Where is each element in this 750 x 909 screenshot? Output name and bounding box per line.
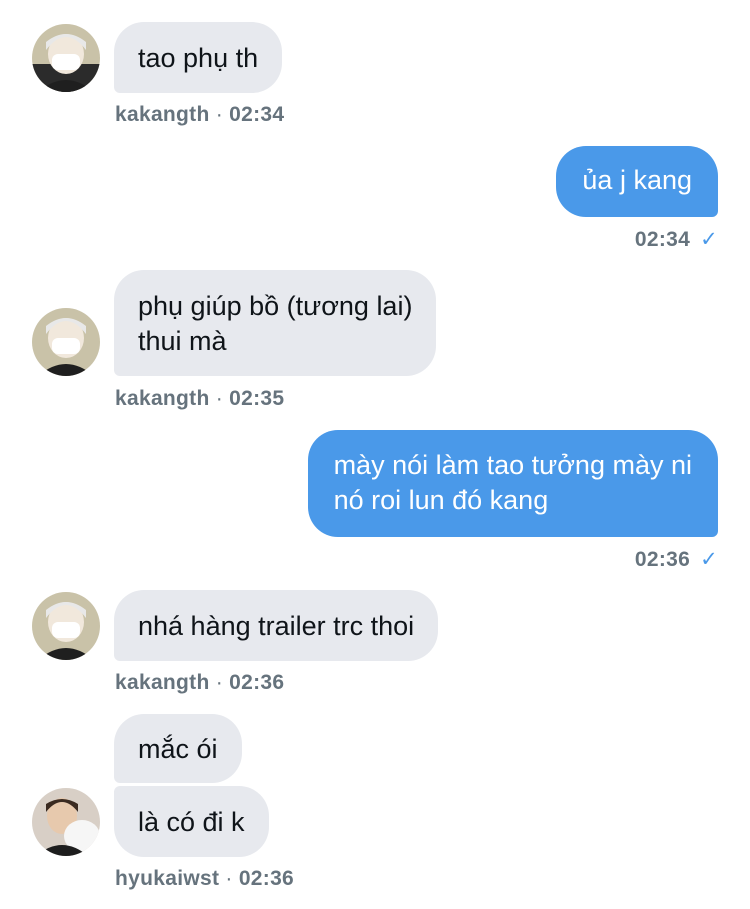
message-text-line: nó roi lun đó kang — [333, 485, 549, 515]
message-meta: kakangth · 02:34 — [115, 103, 284, 127]
avatar-kakangth[interactable] — [32, 308, 100, 376]
message-meta: 02:36 ✓ — [635, 547, 718, 572]
avatar-hyukaiwst[interactable] — [32, 788, 100, 856]
message-bubble[interactable]: mắc ói — [114, 714, 242, 783]
message-text: mắc ói — [138, 734, 218, 764]
check-icon: ✓ — [700, 548, 718, 571]
meta-separator: · — [215, 671, 224, 694]
meta-separator: · — [215, 387, 224, 410]
message-bubble[interactable]: tao phụ th — [114, 22, 283, 93]
message-bubble[interactable]: nhá hàng trailer trc thoi — [114, 590, 439, 661]
message-text: ủa j kang — [582, 165, 692, 195]
meta-separator: · — [225, 867, 233, 890]
message-meta: kakangth · 02:36 — [115, 671, 284, 695]
message-meta: kakangth · 02:35 — [115, 387, 284, 411]
message-time: 02:34 — [634, 228, 691, 251]
message-text: nhá hàng trailer trc thoi — [138, 611, 415, 641]
sender-name: kakangth — [115, 103, 210, 126]
message-meta: 02:34 ✓ — [635, 227, 718, 252]
check-icon: ✓ — [700, 228, 718, 251]
sender-name: kakangth — [115, 387, 210, 410]
avatar-kakangth[interactable] — [32, 24, 100, 92]
message-bubble[interactable]: ủa j kang — [556, 146, 718, 217]
sender-name: hyukaiwst — [115, 867, 220, 890]
message-bubble[interactable]: là có đi k — [114, 786, 269, 857]
message-bubble[interactable]: mày nói làm tao tưởng mày ni nó roi lun … — [307, 430, 718, 537]
message-text: tao phụ th — [138, 43, 259, 73]
message-text-line: mày nói làm tao tưởng mày ni — [333, 450, 692, 480]
message-time: 02:36 — [238, 867, 295, 890]
message-bubble[interactable]: phụ giúp bồ (tương lai) thui mà — [114, 270, 437, 376]
message-text-line: phụ giúp bồ (tương lai) — [138, 291, 413, 321]
meta-separator: · — [215, 103, 224, 126]
message-text: là có đi k — [138, 807, 245, 837]
message-time: 02:34 — [229, 103, 285, 126]
sender-name: kakangth — [115, 671, 210, 694]
message-time: 02:36 — [229, 671, 285, 694]
message-text-line: thui mà — [138, 326, 227, 356]
message-time: 02:35 — [229, 387, 285, 410]
message-time: 02:36 — [634, 548, 691, 571]
avatar-kakangth[interactable] — [32, 592, 100, 660]
message-meta: hyukaiwst · 02:36 — [115, 867, 294, 891]
